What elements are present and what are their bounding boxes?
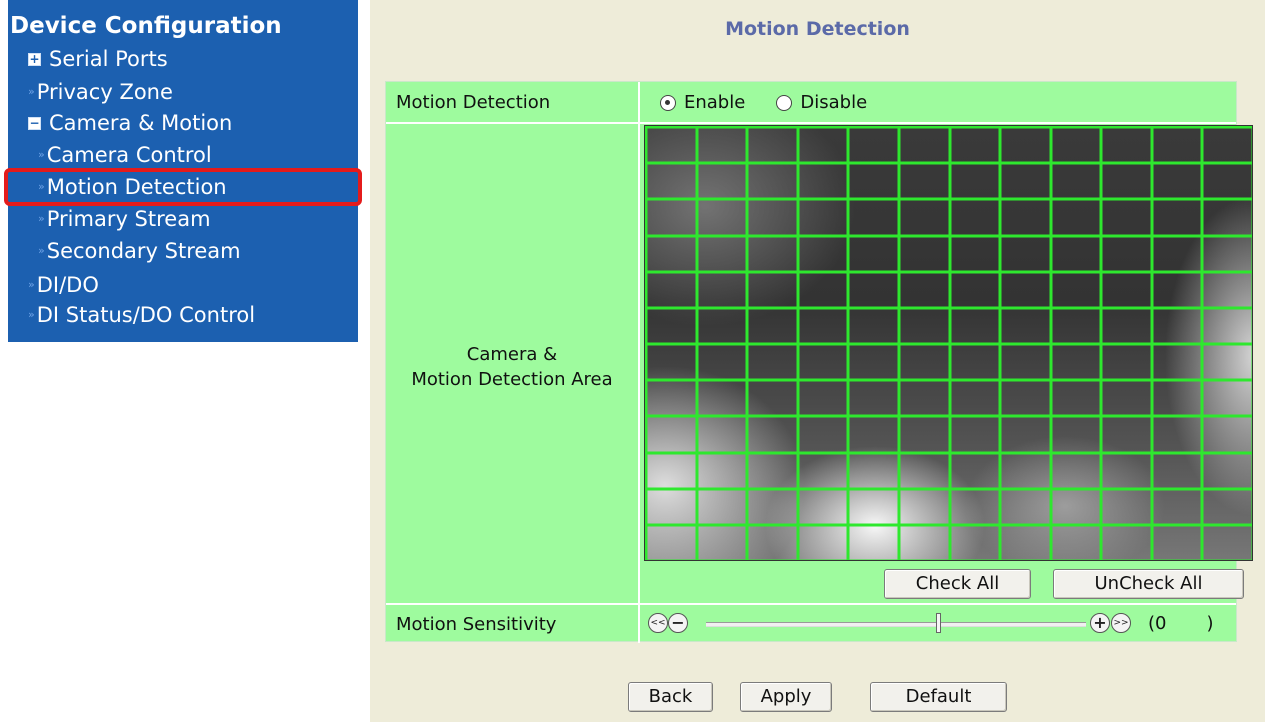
expand-plus-icon[interactable]: + bbox=[28, 52, 41, 66]
sidebar-item-label: Secondary Stream bbox=[46, 239, 241, 263]
apply-button[interactable]: Apply bbox=[740, 682, 832, 712]
sidebar-item-label: Camera Control bbox=[46, 143, 212, 167]
bullet-arrow-icon: » bbox=[28, 278, 35, 291]
sidebar-item-camera-motion[interactable]: − Camera & Motion bbox=[28, 108, 232, 138]
fast-decrease-button[interactable]: << bbox=[648, 613, 668, 633]
row-divider bbox=[386, 603, 1236, 605]
sidebar-item-label: Privacy Zone bbox=[36, 80, 173, 104]
disable-radio[interactable] bbox=[776, 94, 793, 111]
disable-radio-label: Disable bbox=[800, 92, 868, 113]
sidebar-item-serial-ports[interactable]: + Serial Ports bbox=[28, 44, 168, 74]
sidebar-item-di-status-do-control[interactable]: » DI Status/DO Control bbox=[28, 300, 255, 330]
sidebar-item-label: Camera & Motion bbox=[49, 111, 233, 135]
sidebar-item-motion-detection[interactable]: » Motion Detection bbox=[4, 168, 362, 206]
slider-thumb[interactable] bbox=[936, 613, 941, 633]
sidebar-item-label: Primary Stream bbox=[46, 207, 211, 231]
sidebar-item-primary-stream[interactable]: » Primary Stream bbox=[38, 204, 211, 234]
slider-track[interactable] bbox=[706, 622, 1086, 627]
bullet-arrow-icon: » bbox=[28, 85, 35, 98]
bullet-arrow-icon: » bbox=[38, 244, 45, 257]
sidebar-item-label: Serial Ports bbox=[49, 47, 168, 71]
enable-radio-label: Enable bbox=[684, 92, 746, 113]
motion-detection-radio-group: Enable Disable bbox=[660, 92, 867, 113]
fast-increase-button[interactable]: >> bbox=[1111, 613, 1131, 633]
sidebar: Device Configuration + Serial Ports » Pr… bbox=[4, 0, 362, 342]
column-divider bbox=[638, 82, 640, 643]
camera-area-label-line2: Motion Detection Area bbox=[411, 369, 613, 390]
motion-sensitivity-label: Motion Sensitivity bbox=[396, 614, 557, 635]
sidebar-item-secondary-stream[interactable]: » Secondary Stream bbox=[38, 236, 241, 266]
sidebar-item-label: DI Status/DO Control bbox=[36, 303, 256, 327]
motion-detection-grid[interactable] bbox=[644, 125, 1253, 561]
decrease-button[interactable]: − bbox=[668, 613, 688, 633]
collapse-minus-icon[interactable]: − bbox=[28, 116, 41, 130]
config-table: Motion Detection Enable Disable Camera &… bbox=[385, 81, 1253, 643]
sidebar-item-label: DI/DO bbox=[36, 273, 99, 297]
page-title: Motion Detection bbox=[725, 18, 910, 40]
bullet-arrow-icon: » bbox=[38, 180, 45, 193]
camera-area-label: Camera & Motion Detection Area bbox=[386, 342, 638, 392]
sidebar-item-di-do[interactable]: » DI/DO bbox=[28, 270, 99, 300]
main-panel: Motion Detection Motion Detection Enable… bbox=[370, 0, 1265, 722]
uncheck-all-button[interactable]: UnCheck All bbox=[1053, 569, 1244, 599]
sensitivity-slider: << − + >> (0 ) bbox=[648, 609, 1248, 637]
bullet-arrow-icon: » bbox=[28, 308, 35, 321]
default-button[interactable]: Default bbox=[870, 682, 1007, 712]
bullet-arrow-icon: » bbox=[38, 148, 45, 161]
row-divider bbox=[386, 122, 1236, 124]
sidebar-section-title: Device Configuration bbox=[10, 13, 282, 39]
increase-button[interactable]: + bbox=[1090, 613, 1110, 633]
enable-radio[interactable] bbox=[660, 94, 676, 111]
grid-overlay[interactable] bbox=[645, 126, 1253, 561]
sensitivity-value: (0 ) bbox=[1148, 613, 1214, 634]
sidebar-item-privacy-zone[interactable]: » Privacy Zone bbox=[28, 77, 173, 107]
sidebar-item-camera-control[interactable]: » Camera Control bbox=[38, 140, 212, 170]
motion-detection-label: Motion Detection bbox=[396, 92, 551, 113]
bullet-arrow-icon: » bbox=[38, 212, 45, 225]
camera-area-label-line1: Camera & bbox=[466, 344, 558, 365]
sidebar-item-label: Motion Detection bbox=[46, 175, 227, 199]
back-button[interactable]: Back bbox=[628, 682, 713, 712]
check-all-button[interactable]: Check All bbox=[884, 569, 1031, 599]
